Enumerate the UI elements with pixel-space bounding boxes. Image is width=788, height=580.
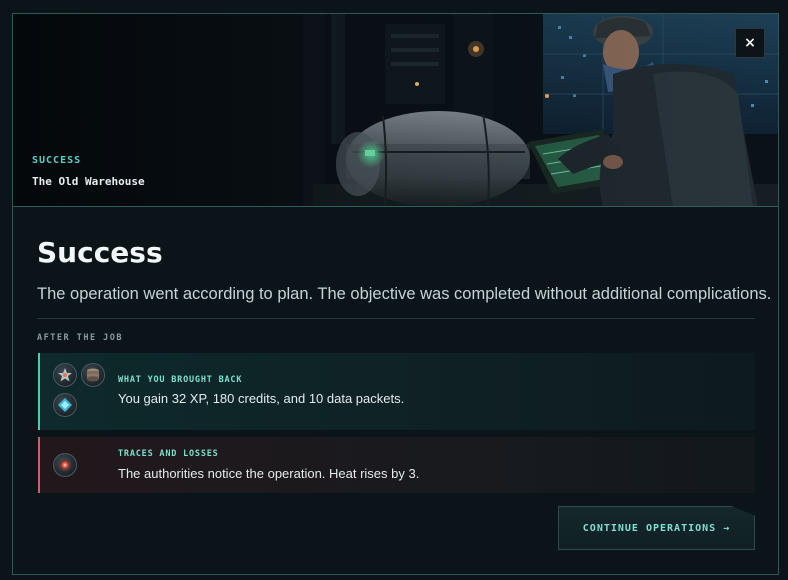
arrow-right-icon: →	[723, 522, 731, 534]
rewards-text: You gain 32 XP, 180 credits, and 10 data…	[118, 391, 405, 406]
rewards-heading: WHAT YOU BROUGHT BACK	[118, 375, 243, 385]
banner-location-title: The Old Warehouse	[32, 175, 145, 188]
close-icon: ×	[744, 35, 756, 51]
section-divider	[37, 318, 755, 319]
after-job-label: AFTER THE JOB	[37, 333, 124, 343]
data-packet-icon	[53, 393, 77, 417]
close-button[interactable]: ×	[735, 28, 765, 58]
xp-star-icon	[53, 363, 77, 387]
consequences-text: The authorities notice the operation. He…	[118, 466, 420, 481]
result-title: Success	[37, 236, 163, 269]
consequences-heading: TRACES AND LOSSES	[118, 449, 219, 459]
mission-result-modal: SUCCESS The Old Warehouse × Success The …	[12, 13, 779, 575]
consequences-card: TRACES AND LOSSES The authorities notice…	[38, 437, 755, 493]
mission-banner: SUCCESS The Old Warehouse ×	[13, 14, 778, 207]
rewards-card: WHAT YOU BROUGHT BACK You gain 32 XP, 18…	[38, 353, 755, 430]
banner-outcome-label: SUCCESS	[32, 155, 82, 166]
continue-label: CONTINUE OPERATIONS	[582, 522, 717, 534]
heat-alarm-icon	[53, 453, 77, 477]
result-description: The operation went according to plan. Th…	[37, 285, 772, 303]
continue-operations-button[interactable]: CONTINUE OPERATIONS →	[558, 506, 755, 550]
credits-coin-icon	[81, 363, 105, 387]
